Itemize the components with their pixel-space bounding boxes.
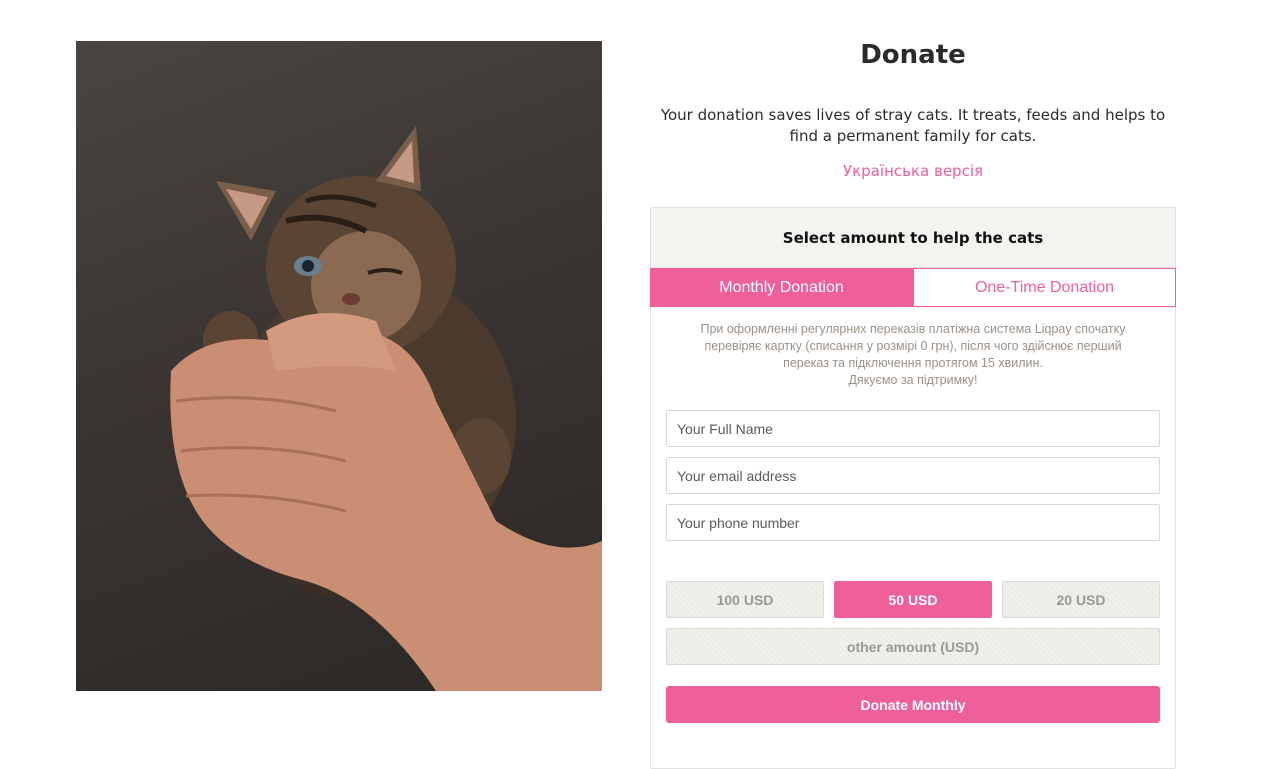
notice-line: Дякуємо за підтримку!: [848, 373, 978, 387]
tab-one-time-donation[interactable]: One-Time Donation: [913, 268, 1176, 307]
email-input[interactable]: [666, 457, 1160, 494]
donation-type-tabs: Monthly Donation One-Time Donation: [650, 268, 1176, 307]
kitten-photo: [76, 41, 602, 691]
donation-form: Select amount to help the cats Monthly D…: [650, 207, 1176, 769]
phone-input[interactable]: [666, 504, 1160, 541]
donate-monthly-button[interactable]: Donate Monthly: [666, 686, 1160, 723]
liqpay-notice: При оформленні регулярних переказів плат…: [671, 321, 1155, 389]
amount-100-usd-button[interactable]: 100 USD: [666, 581, 824, 618]
full-name-input[interactable]: [666, 410, 1160, 447]
notice-line: переказ та підключення протягом 15 хвили…: [783, 356, 1043, 370]
page-title: Donate: [860, 40, 966, 70]
tab-monthly-donation[interactable]: Monthly Donation: [650, 268, 913, 307]
amount-20-usd-button[interactable]: 20 USD: [1002, 581, 1160, 618]
form-header: Select amount to help the cats: [651, 208, 1175, 268]
intro-text: Your donation saves lives of stray cats.…: [660, 106, 1166, 145]
notice-line: перевіряє картку (списання у розмірі 0 г…: [704, 339, 1122, 353]
other-amount-button[interactable]: other amount (USD): [666, 628, 1160, 665]
amount-50-usd-button[interactable]: 50 USD: [834, 581, 992, 618]
notice-line: При оформленні регулярних переказів плат…: [700, 322, 1126, 336]
ukrainian-version-link[interactable]: Українська версія: [650, 162, 1176, 180]
